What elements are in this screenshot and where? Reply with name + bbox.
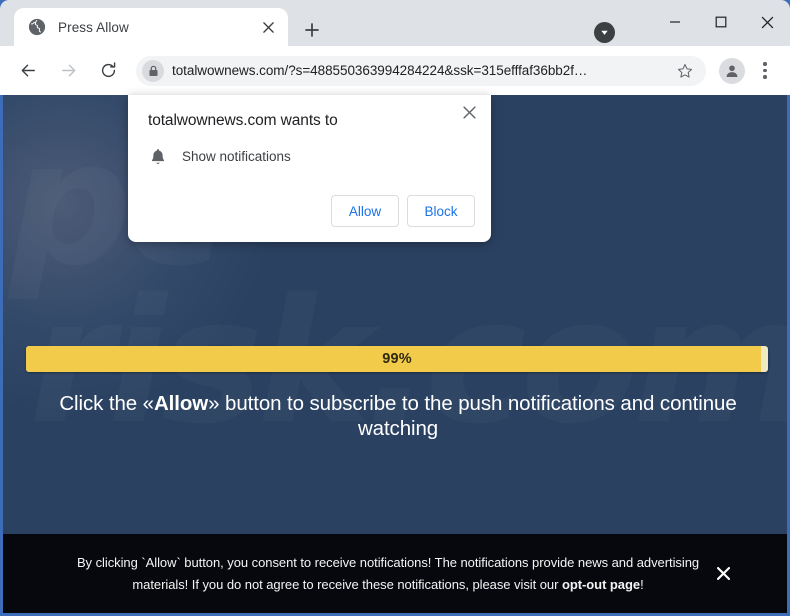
forward-button xyxy=(52,55,84,87)
window-controls xyxy=(652,0,790,44)
allow-button[interactable]: Allow xyxy=(331,195,399,227)
window-maximize-button[interactable] xyxy=(698,5,744,39)
forward-arrow-icon xyxy=(61,64,75,77)
lock-icon[interactable] xyxy=(142,59,164,82)
dialog-close-icon[interactable] xyxy=(457,100,481,124)
url-text: totalwownews.com/?s=488550363994284224&s… xyxy=(172,63,588,78)
consent-line-2-suffix: ! xyxy=(640,576,644,592)
plus-icon xyxy=(305,23,319,37)
close-icon xyxy=(761,16,773,28)
star-icon[interactable] xyxy=(672,58,698,84)
page-headline: Click the «Allow» button to subscribe to… xyxy=(48,391,748,441)
bell-icon xyxy=(148,146,168,166)
progress-percent-label: 99% xyxy=(382,351,412,367)
padlock-glyph xyxy=(148,65,158,76)
download-indicator-icon[interactable] xyxy=(594,22,615,43)
new-tab-button[interactable] xyxy=(298,16,326,44)
address-bar[interactable]: totalwownews.com/?s=488550363994284224&s… xyxy=(136,55,706,86)
menu-dot xyxy=(763,62,767,66)
download-arrow-glyph xyxy=(601,30,608,35)
globe-icon xyxy=(28,18,46,36)
dialog-permission-label: Show notifications xyxy=(182,148,291,164)
close-x-glyph xyxy=(462,105,476,119)
browser-window: Press Allow totalwownews.com/?s=48855036… xyxy=(0,0,790,616)
window-close-button[interactable] xyxy=(744,5,790,39)
tab-close-icon[interactable] xyxy=(256,15,280,39)
browser-chrome: Press Allow totalwownews.com/?s=48855036… xyxy=(0,0,790,95)
reload-icon xyxy=(101,62,115,78)
headline-prefix: Click the « xyxy=(59,392,154,415)
consent-line-1: By clicking `Allow` button, you consent … xyxy=(76,554,634,570)
bookmark-star-glyph xyxy=(677,63,693,78)
consent-banner: By clicking `Allow` button, you consent … xyxy=(3,534,787,613)
window-minimize-button[interactable] xyxy=(652,5,698,39)
block-button[interactable]: Block xyxy=(407,195,475,227)
reload-button[interactable] xyxy=(92,55,124,87)
browser-menu-button[interactable] xyxy=(752,58,778,84)
headline-suffix: » button to subscribe to the push notifi… xyxy=(208,392,737,440)
dialog-actions: Allow Block xyxy=(331,195,475,227)
menu-dot xyxy=(763,68,767,73)
consent-banner-text: By clicking `Allow` button, you consent … xyxy=(3,552,787,596)
browser-toolbar: totalwownews.com/?s=488550363994284224&s… xyxy=(0,46,790,95)
browser-tab[interactable]: Press Allow xyxy=(14,8,288,46)
menu-dot xyxy=(763,75,767,79)
back-arrow-icon xyxy=(21,64,35,77)
close-x-glyph xyxy=(262,21,274,33)
opt-out-link[interactable]: opt-out page xyxy=(562,577,640,592)
person-icon xyxy=(726,64,738,77)
progress-bar: 99% xyxy=(26,346,768,372)
close-x-glyph xyxy=(716,567,730,580)
profile-avatar[interactable] xyxy=(719,57,745,84)
minimize-icon xyxy=(670,21,680,23)
back-button[interactable] xyxy=(12,55,44,87)
dialog-permission-row: Show notifications xyxy=(148,146,291,166)
maximize-icon xyxy=(715,16,727,28)
notification-permission-dialog: totalwownews.com wants to Show notificat… xyxy=(128,95,491,242)
tab-title: Press Allow xyxy=(58,19,129,35)
dialog-title: totalwownews.com wants to xyxy=(148,112,338,129)
bell-glyph xyxy=(151,148,165,164)
tab-strip: Press Allow xyxy=(0,0,790,46)
consent-banner-close-icon[interactable] xyxy=(711,562,735,586)
headline-bold: Allow xyxy=(153,392,209,415)
